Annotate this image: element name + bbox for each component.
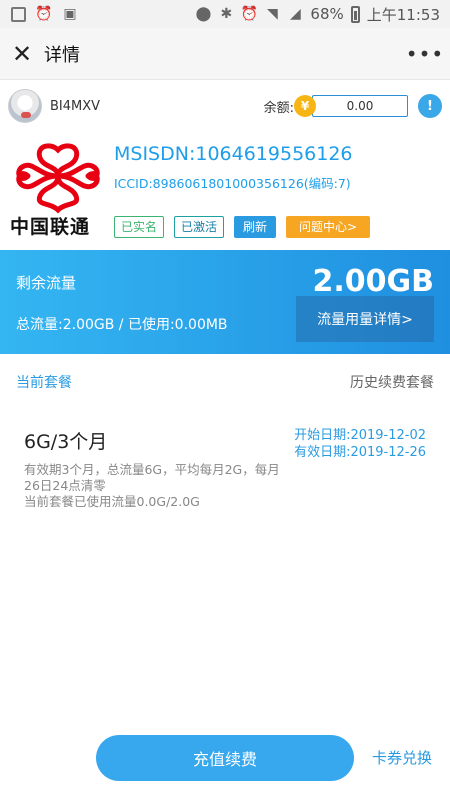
avatar[interactable] <box>8 89 42 123</box>
message-icon <box>10 6 26 22</box>
msisdn: MSISDN:1064619556126 <box>114 143 353 165</box>
iccid: ICCID:8986061801000356126(编码:7) <box>114 176 351 191</box>
recharge-button[interactable]: 充值续费 <box>96 735 354 781</box>
bluetooth-icon: ✱ <box>220 6 233 22</box>
remaining-traffic-value: 2.00GB <box>312 264 434 299</box>
status-tags: 已实名 已激活 刷新 问题中心> <box>114 216 371 238</box>
activated-badge: 已激活 <box>174 216 225 238</box>
balance: 余额: ¥ 0.00 <box>264 95 408 117</box>
plan-start-date: 开始日期:2019-12-02 <box>294 428 426 443</box>
usage-detail-button[interactable]: 流量用量详情> <box>296 296 434 342</box>
clock: 上午11:53 <box>366 5 440 24</box>
plan-name: 6G/3个月 <box>24 431 108 453</box>
location-icon: ⬤ <box>195 6 212 22</box>
battery-percent: 68% <box>310 5 344 23</box>
plan-usage-text: 当前套餐已使用流量0.0G/2.0G <box>24 494 200 509</box>
username: BI4MXV <box>50 98 101 114</box>
alarm-icon: ⏰ <box>240 6 259 22</box>
china-unicom-logo-text: 中国联通 <box>10 216 91 238</box>
tab-history-plans[interactable]: 历史续费套餐 <box>350 372 434 392</box>
remaining-traffic-label: 剩余流量 <box>16 274 77 292</box>
total-used-traffic: 总流量:2.00GB / 已使用:0.00MB <box>16 317 228 333</box>
wifi-icon: ◥ <box>267 6 278 22</box>
user-row: BI4MXV 余额: ¥ 0.00 ! <box>0 84 450 128</box>
traffic-banner: 剩余流量 2.00GB 总流量:2.00GB / 已使用:0.00MB 流量用量… <box>0 250 450 354</box>
coupon-redeem-link[interactable]: 卡券兑换 <box>372 747 432 768</box>
page-title: 详情 <box>44 44 80 66</box>
refresh-button[interactable]: 刷新 <box>234 216 277 238</box>
signal-icon: ◢ <box>290 6 301 22</box>
info-icon[interactable]: ! <box>418 94 442 118</box>
plan-description-text: 有效期3个月，总流量6G，平均每月2G，每月26日24点清零 <box>24 462 280 493</box>
plan-description: 有效期3个月，总流量6G，平均每月2G，每月26日24点清零 当前套餐已使用流量… <box>24 462 284 510</box>
status-bar: ⏰ ▣ ⬤ ✱ ⏰ ◥ ◢ 68% 上午11:53 <box>0 0 450 28</box>
close-icon[interactable]: ✕ <box>0 28 44 80</box>
balance-label: 余额: <box>263 100 294 116</box>
balance-value: 0.00 <box>312 95 408 117</box>
image-icon: ▣ <box>63 6 77 22</box>
title-bar: ✕ 详情 ••• <box>0 28 450 80</box>
coin-icon: ¥ <box>294 95 316 117</box>
plan-valid-date: 有效日期:2019-12-26 <box>294 445 426 460</box>
realname-badge: 已实名 <box>114 216 165 238</box>
more-menu-button[interactable]: ••• <box>400 42 450 66</box>
help-center-button[interactable]: 问题中心> <box>286 216 371 238</box>
battery-icon <box>350 5 360 23</box>
alarm-icon: ⏰ <box>35 6 53 22</box>
tab-current-plan[interactable]: 当前套餐 <box>16 372 72 392</box>
plan-dates: 开始日期:2019-12-02 有效日期:2019-12-26 <box>294 427 426 461</box>
